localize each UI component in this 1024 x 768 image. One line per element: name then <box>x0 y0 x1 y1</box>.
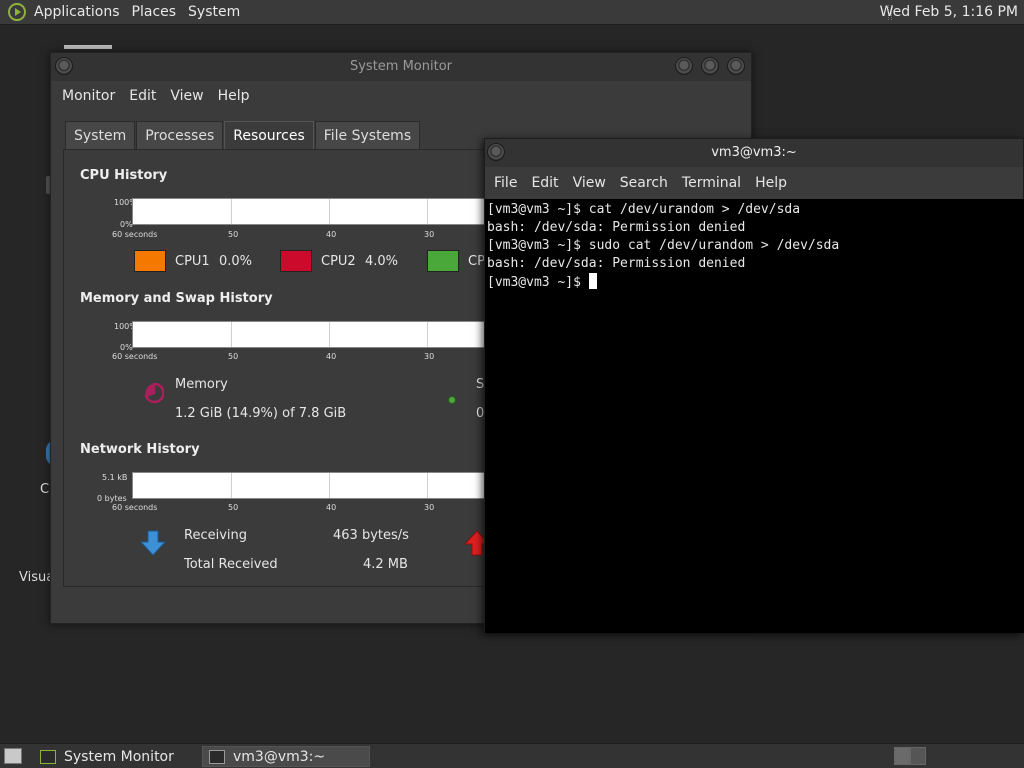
clock[interactable]: Wed Feb 5, 1:16 PM <box>880 4 1018 20</box>
swap-pie-icon[interactable] <box>448 396 456 404</box>
memory-pie-icon[interactable] <box>144 382 164 404</box>
menu-help[interactable]: Help <box>748 175 794 191</box>
menu-view[interactable]: View <box>566 175 613 191</box>
memory-x-label: 40 <box>326 352 337 361</box>
applications-menu[interactable]: Applications <box>28 4 126 20</box>
menu-file[interactable]: File <box>487 175 524 191</box>
cpu-x-label: 40 <box>326 230 337 239</box>
menu-help[interactable]: Help <box>211 88 257 104</box>
terminal-window: vm3@vm3:~ File Edit View Search Terminal… <box>484 138 1024 633</box>
menu-edit[interactable]: Edit <box>122 88 163 104</box>
receiving-arrow-icon[interactable] <box>140 530 166 556</box>
memory-x-label: 50 <box>228 352 239 361</box>
taskbar-item-label: vm3@vm3:~ <box>233 748 326 765</box>
terminal-line: [vm3@vm3 ~]$ sudo cat /dev/urandom > /de… <box>487 238 840 253</box>
tab-processes[interactable]: Processes <box>136 121 224 149</box>
system-monitor-icon <box>40 749 56 764</box>
menu-view[interactable]: View <box>163 88 210 104</box>
top-panel: Applications Places System Wed Feb 5, 1:… <box>0 0 1024 25</box>
cpu-history-title: CPU History <box>80 168 168 183</box>
cpu1-color-swatch[interactable] <box>134 250 166 272</box>
workspace-1[interactable] <box>894 747 910 765</box>
taskbar-item-system-monitor[interactable]: System Monitor <box>34 746 198 767</box>
window-titlebar[interactable]: vm3@vm3:~ <box>485 139 1023 167</box>
network-x-label: 40 <box>326 503 337 512</box>
terminal-line: bash: /dev/sda: Permission denied <box>487 220 746 235</box>
total-received-value: 4.2 MB <box>363 557 408 572</box>
menubar: File Edit View Search Terminal Help <box>485 167 1023 199</box>
tab-file-systems[interactable]: File Systems <box>314 121 421 149</box>
text-cursor <box>588 273 597 289</box>
tab-bar: System Processes Resources File Systems <box>65 121 421 149</box>
memory-history-title: Memory and Swap History <box>80 291 273 306</box>
memory-label: Memory <box>175 377 228 392</box>
desktop-icon-label[interactable]: Visua <box>19 570 54 585</box>
terminal-output[interactable]: [vm3@vm3 ~]$ cat /dev/urandom > /dev/sda… <box>485 199 1024 633</box>
memory-history-graph <box>132 321 492 348</box>
cpu1-label: CPU1 <box>175 254 210 269</box>
system-menu[interactable]: System <box>182 4 246 20</box>
cpu1-value: 0.0% <box>219 254 253 269</box>
tab-resources[interactable]: Resources <box>224 121 314 149</box>
cpu2-value: 4.0% <box>365 254 399 269</box>
cpu-x-label: 30 <box>424 230 435 239</box>
terminal-icon <box>209 749 225 764</box>
network-y-top-label: 5.1 kB <box>102 473 128 482</box>
cpu-history-graph <box>132 198 492 225</box>
cpu2-label: CPU2 <box>321 254 356 269</box>
menu-search[interactable]: Search <box>613 175 675 191</box>
close-button[interactable] <box>727 57 745 75</box>
terminal-line: bash: /dev/sda: Permission denied <box>487 256 746 271</box>
cpu2-color-swatch[interactable] <box>280 250 312 272</box>
minimize-button[interactable] <box>675 57 693 75</box>
network-y-bottom-label: 0 bytes <box>97 494 127 503</box>
menu-terminal[interactable]: Terminal <box>675 175 748 191</box>
menu-edit[interactable]: Edit <box>524 175 565 191</box>
distro-logo-icon[interactable] <box>8 3 26 21</box>
memory-x-label: 30 <box>424 352 435 361</box>
receiving-label: Receiving <box>184 528 248 543</box>
memory-y-bottom-label: 0% <box>120 343 133 352</box>
cpu3-color-swatch[interactable] <box>427 250 459 272</box>
bottom-panel: System Monitor vm3@vm3:~ <box>0 743 1024 768</box>
receiving-value: 463 bytes/s <box>333 528 409 543</box>
desktop-icon-fragment <box>64 45 112 49</box>
menu-monitor[interactable]: Monitor <box>55 88 122 104</box>
cpu-y-bottom-label: 0% <box>120 220 133 229</box>
maximize-button[interactable] <box>701 57 719 75</box>
tab-system[interactable]: System <box>65 121 136 149</box>
window-title: System Monitor <box>349 59 453 74</box>
places-menu[interactable]: Places <box>126 4 183 20</box>
desktop-icon-label[interactable]: C <box>40 482 49 497</box>
cpu-x-label: 60 seconds <box>112 230 158 239</box>
window-title: vm3@vm3:~ <box>711 145 797 160</box>
cpu3-label: CP <box>468 254 485 269</box>
taskbar-item-terminal[interactable]: vm3@vm3:~ <box>202 746 370 767</box>
menubar: Monitor Edit View Help <box>51 81 751 111</box>
terminal-line: [vm3@vm3 ~]$ cat /dev/urandom > /dev/sda <box>487 202 801 217</box>
terminal-prompt-line: [vm3@vm3 ~]$ <box>487 273 1023 292</box>
taskbar-item-label: System Monitor <box>64 748 174 765</box>
terminal-prompt: [vm3@vm3 ~]$ <box>487 275 589 290</box>
window-titlebar[interactable]: System Monitor <box>51 53 751 81</box>
memory-value: 1.2 GiB (14.9%) of 7.8 GiB <box>175 406 347 421</box>
network-x-label: 50 <box>228 503 239 512</box>
show-desktop-icon[interactable] <box>4 748 22 764</box>
network-x-label: 30 <box>424 503 435 512</box>
network-x-label: 60 seconds <box>112 503 158 512</box>
window-menu-icon[interactable] <box>487 143 505 161</box>
total-received-label: Total Received <box>184 557 278 572</box>
window-menu-icon[interactable] <box>55 57 73 75</box>
network-history-title: Network History <box>80 442 200 457</box>
cpu-x-label: 50 <box>228 230 239 239</box>
workspace-2[interactable] <box>910 747 926 765</box>
memory-x-label: 60 seconds <box>112 352 158 361</box>
network-history-graph <box>132 472 492 499</box>
